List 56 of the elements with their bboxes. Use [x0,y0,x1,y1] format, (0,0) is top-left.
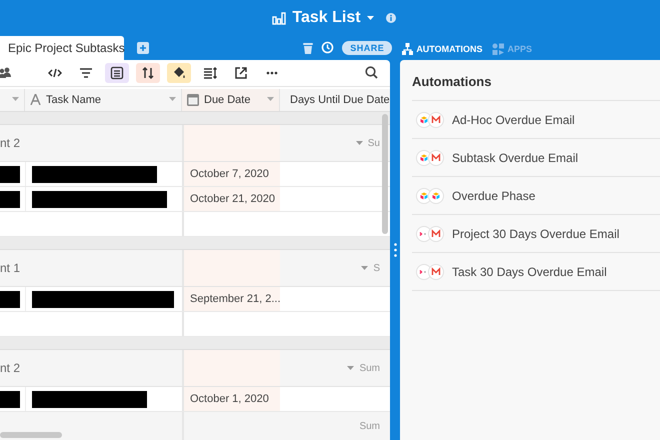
calendar-icon [187,94,199,106]
filter-icon [79,66,93,80]
automation-item[interactable]: Overdue Phase [412,177,660,215]
chart-icon [272,12,286,24]
apps-icon [492,43,504,55]
column-header[interactable]: Due Date [182,88,280,111]
list-icon [110,66,124,80]
base-title[interactable]: Task List [292,9,361,27]
group-label: nt 1 [0,261,20,275]
column-header[interactable]: Days Until Due Date [280,88,390,111]
sort-button[interactable] [136,62,160,83]
drag-handle[interactable] [394,243,396,257]
caret-icon[interactable] [356,140,363,146]
group-label: nt 2 [0,361,20,375]
redaction-bar [0,390,20,408]
blocks-icon [428,188,444,204]
caret-icon[interactable] [267,97,274,102]
automation-item[interactable]: Task 30 Days Overdue Email [412,253,660,291]
mail-icon [428,226,444,242]
automation-item[interactable]: Subtask Overdue Email [412,139,660,177]
mail-icon [428,112,444,128]
table-cell: October 7, 2020 [182,162,280,186]
redaction-bar [0,166,20,182]
table-cell: September 21, 2... [182,287,280,311]
info-icon[interactable] [386,13,396,23]
text-type-icon [30,94,41,106]
scrollbar[interactable] [382,114,388,234]
mail-icon [428,264,444,280]
group-button[interactable] [105,62,129,83]
mail-icon [428,150,444,166]
panel-title: Automations [412,60,660,101]
table-cell: October 1, 2020 [182,387,280,411]
row-height-icon [203,66,217,80]
group-label: nt 2 [0,136,20,150]
view-tab[interactable]: AUTOMATIONS [402,43,482,55]
trash-icon[interactable] [303,42,314,54]
history-icon[interactable] [321,41,334,54]
table-cell: October 21, 2020 [182,187,280,211]
caret-icon[interactable] [361,266,368,270]
automation-item[interactable]: Project 30 Days Overdue Email [412,215,660,253]
paint-bucket-icon [172,66,186,80]
sort-icon [141,66,155,80]
caret-icon[interactable] [169,97,176,102]
scrollbar[interactable] [0,432,62,438]
caret-icon[interactable] [366,16,374,20]
hierarchy-icon [402,43,414,55]
add-icon[interactable] [137,42,149,54]
people-icon [0,66,12,80]
redaction-bar [0,190,20,208]
automation-item[interactable]: Ad-Hoc Overdue Email [412,101,660,139]
caret-icon[interactable] [12,97,19,102]
search-icon[interactable] [365,66,378,80]
redaction-bar [0,290,20,308]
caret-icon[interactable] [347,366,354,370]
paint-button[interactable] [167,62,191,83]
export-icon [234,66,248,80]
